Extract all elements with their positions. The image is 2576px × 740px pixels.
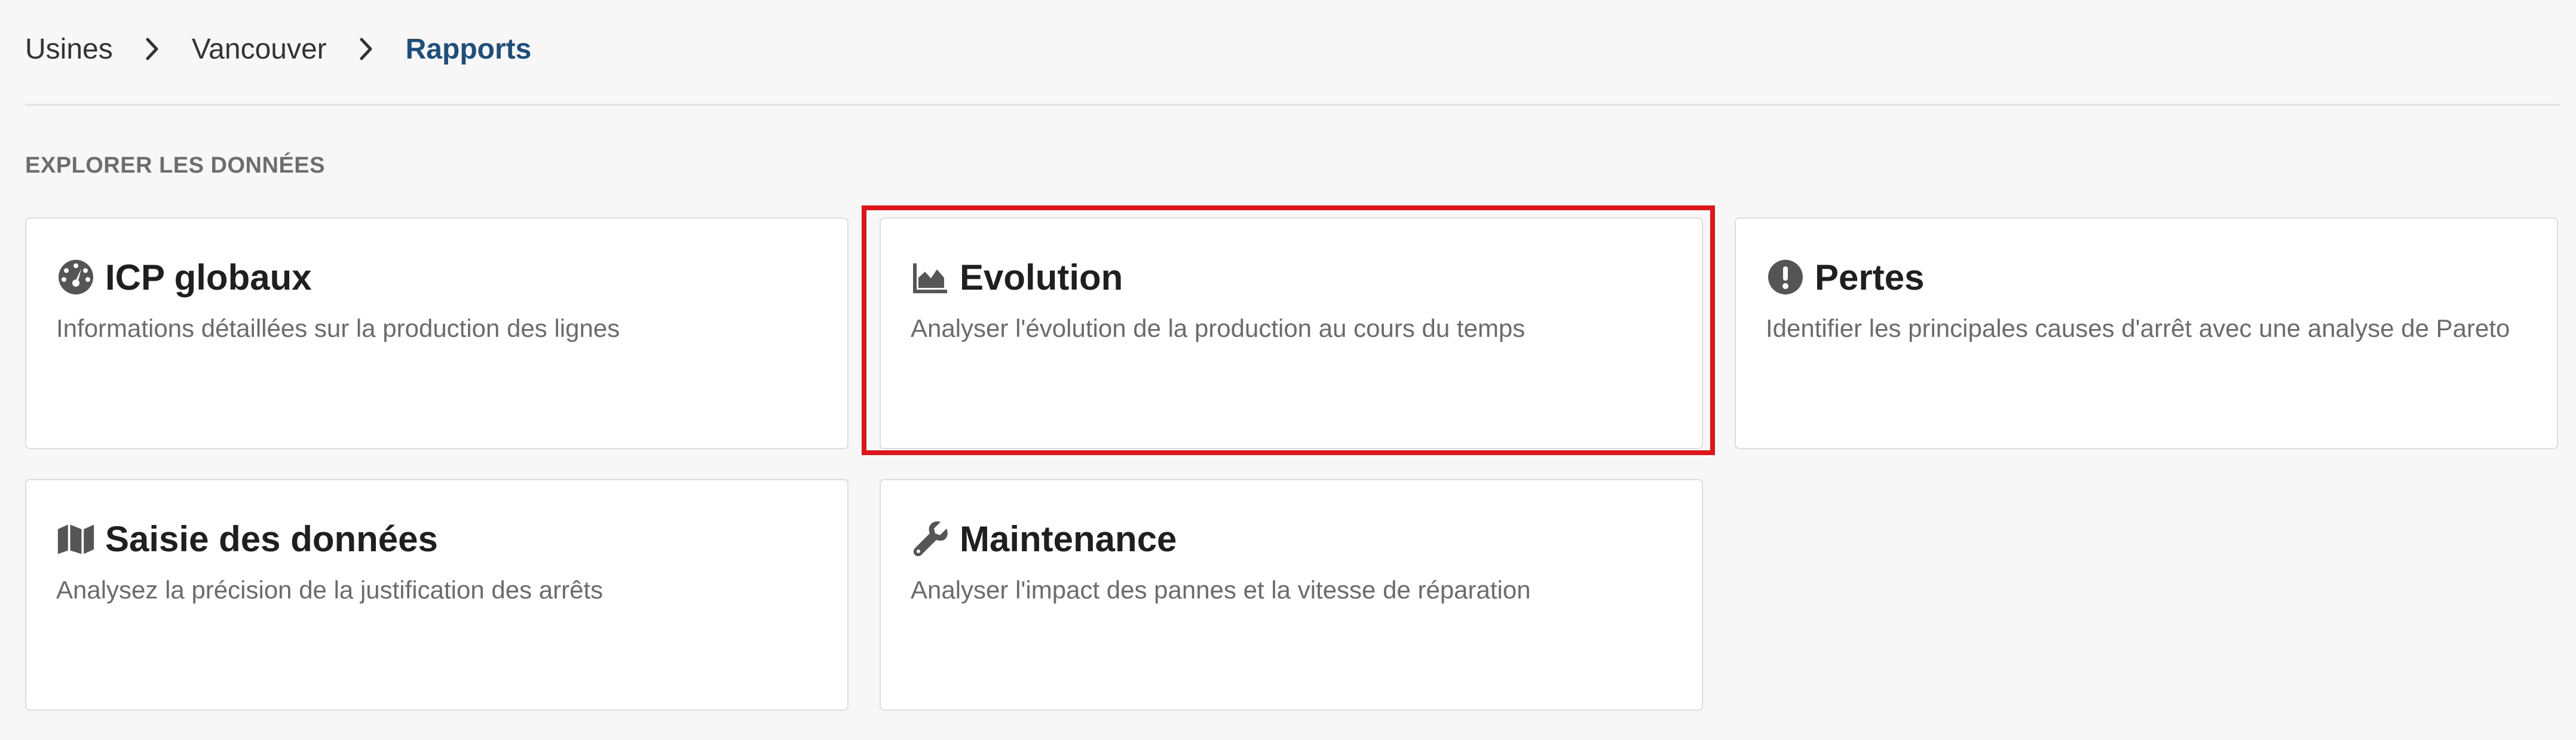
- card-description: Informations détaillées sur la productio…: [56, 314, 620, 342]
- card-description: Analyser l'évolution de la production au…: [911, 314, 1526, 342]
- breadcrumb-usines[interactable]: Usines: [25, 33, 113, 66]
- chevron-right-icon: [134, 31, 170, 67]
- card-title: Maintenance: [960, 518, 1177, 559]
- card-description: Identifier les principales causes d'arrê…: [1766, 314, 2510, 342]
- map-icon: [56, 519, 96, 558]
- header-divider: [25, 104, 2560, 106]
- gauge-icon: [56, 257, 96, 297]
- exclamation-circle-icon: [1766, 257, 1805, 297]
- wrench-icon: [911, 519, 950, 558]
- card-icp-globaux[interactable]: ICP globaux Informations détaillées sur …: [25, 217, 849, 449]
- card-title-row: ICP globaux: [56, 256, 312, 299]
- card-title: Pertes: [1815, 257, 1925, 297]
- card-title: Saisie des données: [105, 518, 438, 559]
- breadcrumb-vancouver[interactable]: Vancouver: [192, 33, 327, 66]
- card-title-row: Evolution: [911, 256, 1123, 299]
- card-title-row: Maintenance: [911, 517, 1177, 560]
- card-title: ICP globaux: [105, 257, 312, 297]
- breadcrumb-rapports: Rapports: [405, 33, 532, 65]
- section-title: EXPLORER LES DONNÉES: [25, 153, 325, 178]
- card-title-row: Saisie des données: [56, 517, 438, 560]
- card-evolution[interactable]: Evolution Analyser l'évolution de la pro…: [880, 217, 1703, 449]
- card-pertes[interactable]: Pertes Identifier les principales causes…: [1735, 217, 2558, 449]
- card-description: Analyser l'impact des pannes et la vites…: [911, 576, 1531, 604]
- card-saisie-des-donnees[interactable]: Saisie des données Analysez la précision…: [25, 479, 849, 711]
- card-title: Evolution: [960, 257, 1123, 297]
- area-chart-icon: [911, 257, 950, 297]
- breadcrumb: Usines Vancouver Rapports: [25, 31, 531, 67]
- card-maintenance[interactable]: Maintenance Analyser l'impact des pannes…: [880, 479, 1703, 711]
- card-title-row: Pertes: [1766, 256, 1924, 299]
- card-description: Analysez la précision de la justificatio…: [56, 576, 604, 604]
- chevron-right-icon: [348, 31, 384, 67]
